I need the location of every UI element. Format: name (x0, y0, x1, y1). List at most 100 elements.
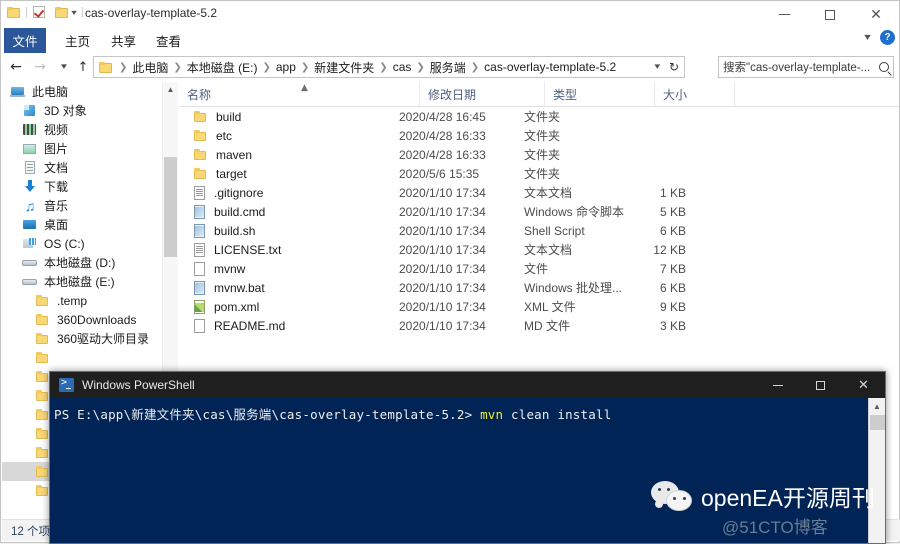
search-input[interactable]: 搜索"cas-overlay-template-... (718, 56, 894, 78)
column-header-type[interactable]: 类型 (544, 82, 654, 106)
table-row[interactable]: build 2020/4/28 16:45 文件夹 (179, 107, 899, 126)
breadcrumb-item-6[interactable]: cas-overlay-template-5.2 (484, 60, 616, 74)
column-header-name[interactable]: 名称 ▲ (179, 82, 419, 106)
file-name-cell[interactable]: build.cmd (179, 204, 399, 220)
tab-view[interactable]: 查看 (144, 28, 193, 53)
tab-home[interactable]: 主页 (53, 28, 102, 53)
back-button[interactable]: ← (6, 57, 26, 77)
powershell-title-bar[interactable]: Windows PowerShell ✕ (50, 372, 885, 398)
search-icon (879, 62, 889, 72)
help-button[interactable]: ? (880, 30, 895, 45)
close-button[interactable]: ✕ (853, 1, 899, 28)
table-row[interactable]: pom.xml 2020/1/10 17:34 XML 文件 9 KB (179, 297, 899, 316)
sidebar-item-temp[interactable]: .temp (2, 291, 162, 310)
scrollbar-thumb[interactable] (164, 157, 177, 257)
new-folder-icon[interactable] (54, 6, 68, 18)
powershell-minimize-button[interactable] (756, 372, 799, 398)
sidebar-item-label: 图片 (44, 142, 69, 156)
documents-icon (22, 160, 38, 176)
file-name-cell[interactable]: .gitignore (179, 185, 399, 201)
chevron-up-icon[interactable]: ▲ (163, 82, 178, 97)
file-name-cell[interactable]: build.sh (179, 223, 399, 239)
table-row[interactable]: mvnw.bat 2020/1/10 17:34 Windows 批处理... … (179, 278, 899, 297)
sidebar-item-360downloads[interactable]: 360Downloads (2, 310, 162, 329)
sidebar-item-desktop[interactable]: 桌面 (2, 215, 162, 234)
breadcrumb-separator: ❯ (470, 61, 480, 73)
file-name-cell[interactable]: target (179, 166, 399, 182)
breadcrumb-item-0[interactable]: 此电脑 (132, 59, 168, 76)
sidebar-item-360driver[interactable]: 360驱动大师目录 (2, 329, 162, 348)
minimize-button[interactable] (761, 1, 807, 28)
chevron-down-icon[interactable]: ▾ (864, 32, 871, 43)
file-name-cell[interactable]: build (179, 109, 399, 125)
file-name-cell[interactable]: etc (179, 128, 399, 144)
sidebar-item-documents[interactable]: 文档 (2, 158, 162, 177)
chevron-down-icon[interactable]: ▾ (71, 8, 77, 17)
table-row[interactable]: maven 2020/4/28 16:33 文件夹 (179, 145, 899, 164)
ribbon-tabs: 文件 主页 共享 查看 ▾ ? (1, 28, 899, 54)
powershell-maximize-button[interactable] (799, 372, 842, 398)
text-file-icon (193, 185, 207, 201)
table-row[interactable]: mvnw 2020/1/10 17:34 文件 7 KB (179, 259, 899, 278)
file-type-cell: 文本文档 (524, 186, 573, 200)
sidebar-item-label: 3D 对象 (44, 104, 87, 118)
refresh-icon[interactable]: ↻ (669, 60, 679, 74)
table-row[interactable]: etc 2020/4/28 16:33 文件夹 (179, 126, 899, 145)
file-name-cell[interactable]: pom.xml (179, 299, 399, 315)
table-row[interactable]: build.sh 2020/1/10 17:34 Shell Script 6 … (179, 221, 899, 240)
chevron-up-icon[interactable]: ▲ (869, 398, 885, 414)
file-name-cell[interactable]: mvnw (179, 261, 399, 277)
sidebar-item-os-c[interactable]: OS (C:) (2, 234, 162, 253)
breadcrumb-item-3[interactable]: 新建文件夹 (314, 59, 374, 76)
desktop-icon (22, 217, 38, 233)
sidebar-item-label: 桌面 (44, 218, 69, 232)
breadcrumb-item-1[interactable]: 本地磁盘 (E:) (187, 59, 258, 76)
powershell-prompt: PS E:\app\新建文件夹\cas\服务端\cas-overlay-temp… (54, 407, 481, 422)
sidebar-item-drive-e[interactable]: 本地磁盘 (E:) (2, 272, 162, 291)
minimize-icon (778, 14, 790, 15)
chevron-down-icon[interactable]: ▾ (655, 61, 661, 72)
script-file-icon (193, 204, 207, 220)
table-row[interactable]: LICENSE.txt 2020/1/10 17:34 文本文档 12 KB (179, 240, 899, 259)
file-type-cell: Windows 批处理... (524, 281, 623, 295)
file-type-cell: XML 文件 (524, 300, 576, 314)
file-name-cell[interactable]: LICENSE.txt (179, 242, 399, 258)
sidebar-item-drive-d[interactable]: 本地磁盘 (D:) (2, 253, 162, 272)
sidebar-item-3d-objects[interactable]: 3D 对象 (2, 101, 162, 120)
sidebar-item-label: 本地磁盘 (D:) (44, 256, 116, 270)
sidebar-item-downloads[interactable]: 下载 (2, 177, 162, 196)
breadcrumb-separator: ❯ (300, 61, 310, 73)
column-header-size[interactable]: 大小 (654, 82, 734, 106)
table-row[interactable]: .gitignore 2020/1/10 17:34 文本文档 1 KB (179, 183, 899, 202)
file-name-cell[interactable]: mvnw.bat (179, 280, 399, 296)
sidebar-item-this-pc[interactable]: 此电脑 (2, 82, 162, 101)
sidebar-item-pictures[interactable]: 图片 (2, 139, 162, 158)
os-drive-icon (22, 236, 38, 252)
breadcrumb[interactable]: ❯ 此电脑 ❯ 本地磁盘 (E:) ❯ app ❯ 新建文件夹 ❯ cas ❯ … (93, 56, 685, 78)
file-name-cell[interactable]: maven (179, 147, 399, 163)
file-name-label: target (216, 166, 247, 181)
powershell-close-button[interactable]: ✕ (842, 372, 885, 398)
breadcrumb-item-2[interactable]: app (276, 60, 296, 74)
file-list[interactable]: build 2020/4/28 16:45 文件夹 etc 2020/4/28 … (179, 107, 899, 343)
scrollbar-thumb[interactable] (870, 415, 885, 430)
table-row[interactable]: README.md 2020/1/10 17:34 MD 文件 3 KB (179, 316, 899, 335)
powershell-scrollbar[interactable]: ▲ (868, 398, 885, 543)
forward-button[interactable]: → (30, 57, 50, 77)
column-header-date[interactable]: 修改日期 (419, 82, 544, 106)
sidebar-item-videos[interactable]: 视频 (2, 120, 162, 139)
tab-file[interactable]: 文件 (4, 28, 46, 53)
breadcrumb-separator: ❯ (173, 61, 182, 73)
list-item[interactable] (2, 348, 162, 367)
breadcrumb-item-5[interactable]: 服务端 (430, 59, 466, 76)
breadcrumb-item-4[interactable]: cas (393, 60, 412, 74)
tab-share[interactable]: 共享 (99, 28, 148, 53)
up-button[interactable]: ↑ (73, 57, 93, 77)
properties-check-icon[interactable] (32, 6, 45, 18)
table-row[interactable]: build.cmd 2020/1/10 17:34 Windows 命令脚本 5… (179, 202, 899, 221)
file-name-cell[interactable]: README.md (179, 318, 399, 334)
maximize-button[interactable] (807, 1, 853, 28)
table-row[interactable]: target 2020/5/6 15:35 文件夹 (179, 164, 899, 183)
sidebar-item-music[interactable]: ♫ 音乐 (2, 196, 162, 215)
column-header-blank[interactable] (734, 82, 899, 106)
